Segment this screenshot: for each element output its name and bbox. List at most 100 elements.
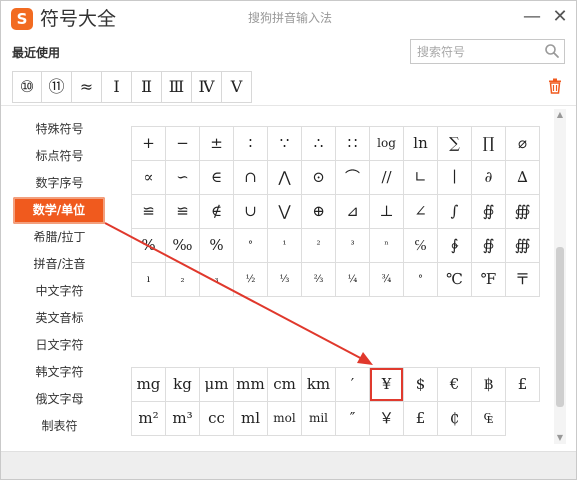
symbol-cell[interactable]: % (132, 229, 166, 263)
symbol-cell[interactable]: ⁿ (370, 229, 404, 263)
category-item[interactable]: 标点符号 (12, 143, 107, 170)
category-item[interactable]: 数学/单位 (13, 197, 105, 224)
symbol-cell[interactable]: ∶ (234, 127, 268, 161)
symbol-cell[interactable]: ℅ (404, 229, 438, 263)
symbol-cell[interactable]: ∴ (302, 127, 336, 161)
symbol-cell[interactable]: ° (234, 229, 268, 263)
unit-cell[interactable]: mm (234, 368, 268, 402)
symbol-cell[interactable]: ℉ (472, 263, 506, 297)
symbol-cell[interactable]: ⋀ (268, 161, 302, 195)
unit-cell[interactable]: km (302, 368, 336, 402)
unit-cell[interactable]: μm (200, 368, 234, 402)
unit-cell[interactable]: ¥ (370, 368, 404, 402)
symbol-cell[interactable]: ∠ (404, 195, 438, 229)
symbol-cell[interactable]: ° (404, 263, 438, 297)
symbol-cell[interactable]: ℃ (438, 263, 472, 297)
symbol-cell[interactable]: ¼ (336, 263, 370, 297)
category-item[interactable]: 韩文字符 (12, 359, 107, 386)
category-item[interactable]: 中文字符 (12, 278, 107, 305)
symbol-cell[interactable]: ∯ (472, 195, 506, 229)
unit-cell[interactable]: £ (506, 368, 540, 402)
unit-cell[interactable]: ₠ (472, 402, 506, 436)
symbol-cell[interactable]: ∲ (438, 229, 472, 263)
symbol-cell[interactable]: ∯ (472, 229, 506, 263)
unit-cell[interactable]: £ (404, 402, 438, 436)
unit-cell[interactable]: kg (166, 368, 200, 402)
symbol-cell[interactable]: ln (404, 127, 438, 161)
symbol-cell[interactable]: ∷ (336, 127, 370, 161)
symbol-cell[interactable]: ± (200, 127, 234, 161)
unit-cell[interactable]: € (438, 368, 472, 402)
symbol-cell[interactable]: ∈ (200, 161, 234, 195)
scrollbar[interactable]: ▲ ▼ (554, 109, 566, 444)
unit-cell[interactable]: mil (302, 402, 336, 436)
symbol-cell[interactable]: ≌ (132, 195, 166, 229)
category-item[interactable]: 日文字符 (12, 332, 107, 359)
category-item[interactable]: 拼音/注音 (12, 251, 107, 278)
category-item[interactable]: 俄文字母 (12, 386, 107, 413)
symbol-cell[interactable]: ∫ (438, 195, 472, 229)
search-input[interactable] (417, 43, 535, 61)
unit-cell[interactable]: cc (200, 402, 234, 436)
recent-symbol[interactable]: Ⅳ (191, 71, 222, 103)
unit-cell[interactable]: $ (404, 368, 438, 402)
scroll-thumb[interactable] (556, 247, 564, 407)
symbol-cell[interactable]: ⊙ (302, 161, 336, 195)
unit-cell[interactable]: ￥ (370, 402, 404, 436)
close-button[interactable]: ✕ (549, 6, 571, 28)
symbol-cell[interactable]: ₂ (166, 263, 200, 297)
unit-cell[interactable]: m³ (166, 402, 200, 436)
unit-cell[interactable]: cm (268, 368, 302, 402)
minimize-button[interactable]: — (521, 6, 543, 28)
search-box[interactable] (410, 39, 565, 64)
symbol-cell[interactable]: ∉ (200, 195, 234, 229)
unit-cell[interactable]: m² (132, 402, 166, 436)
symbol-cell[interactable]: ⌀ (506, 127, 540, 161)
recent-symbol[interactable]: Ⅱ (131, 71, 162, 103)
category-item[interactable]: 特殊符号 (12, 116, 107, 143)
category-item[interactable]: 数字序号 (12, 170, 107, 197)
recent-symbol[interactable]: Ⅲ (161, 71, 192, 103)
symbol-cell[interactable]: ∝ (132, 161, 166, 195)
symbol-cell[interactable]: ₃ (200, 263, 234, 297)
symbol-cell[interactable]: log (370, 127, 404, 161)
category-item[interactable]: 制表符 (12, 413, 107, 440)
symbol-cell[interactable]: % (200, 229, 234, 263)
symbol-cell[interactable]: ‰ (166, 229, 200, 263)
symbol-cell[interactable]: ∵ (268, 127, 302, 161)
symbol-cell[interactable]: // (370, 161, 404, 195)
category-item[interactable]: 英文音标 (12, 305, 107, 332)
scroll-up-icon[interactable]: ▲ (554, 109, 566, 121)
trash-icon[interactable] (548, 78, 562, 94)
unit-cell[interactable]: ″ (336, 402, 370, 436)
symbol-cell[interactable]: ∏ (472, 127, 506, 161)
symbol-cell[interactable]: ² (302, 229, 336, 263)
symbol-cell[interactable]: ∆ (506, 161, 540, 195)
symbol-cell[interactable]: ∽ (166, 161, 200, 195)
symbol-cell[interactable]: ∣ (438, 161, 472, 195)
symbol-cell[interactable]: ≌ (166, 195, 200, 229)
unit-cell[interactable]: ′ (336, 368, 370, 402)
symbol-cell[interactable]: ⊕ (302, 195, 336, 229)
symbol-cell[interactable]: + (132, 127, 166, 161)
symbol-cell[interactable]: ⊥ (370, 195, 404, 229)
recent-symbol[interactable]: ⑪ (41, 71, 72, 103)
symbol-cell[interactable]: ∰ (506, 229, 540, 263)
unit-cell[interactable]: ml (234, 402, 268, 436)
unit-cell[interactable]: mol (268, 402, 302, 436)
symbol-cell[interactable]: ³ (336, 229, 370, 263)
symbol-cell[interactable]: ∑ (438, 127, 472, 161)
recent-symbol[interactable]: Ⅰ (101, 71, 132, 103)
symbol-cell[interactable]: − (166, 127, 200, 161)
search-icon[interactable] (544, 43, 560, 59)
symbol-cell[interactable]: ⅔ (302, 263, 336, 297)
symbol-cell[interactable]: ⊿ (336, 195, 370, 229)
symbol-cell[interactable]: ⌒ (336, 161, 370, 195)
recent-symbol[interactable]: Ⅴ (221, 71, 252, 103)
symbol-cell[interactable]: ∩ (234, 161, 268, 195)
recent-symbol[interactable]: ⑩ (12, 71, 42, 103)
symbol-cell[interactable]: ⋁ (268, 195, 302, 229)
symbol-cell[interactable]: ⅓ (268, 263, 302, 297)
recent-symbol[interactable]: ≈ (71, 71, 102, 103)
symbol-cell[interactable]: ∪ (234, 195, 268, 229)
